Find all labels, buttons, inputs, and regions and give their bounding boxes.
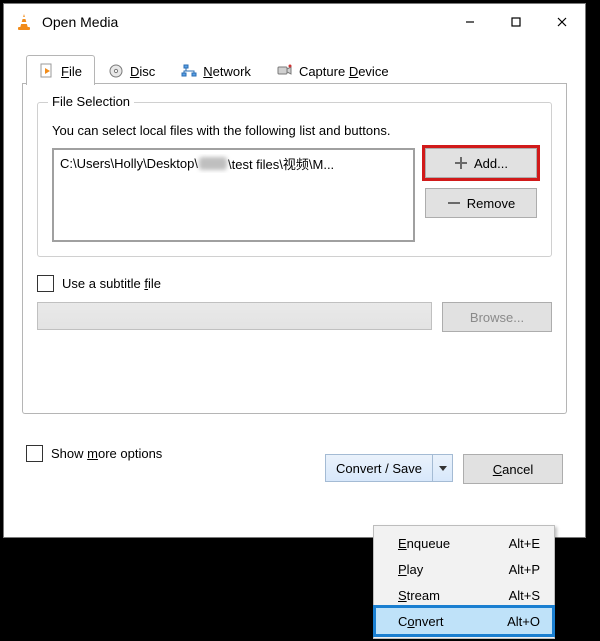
disc-icon <box>108 63 124 79</box>
network-icon <box>181 63 197 79</box>
tab-capture-device[interactable]: Capture Device <box>264 55 402 85</box>
window-title: Open Media <box>42 14 118 30</box>
cancel-button[interactable]: Cancel <box>463 454 563 484</box>
tab-disc[interactable]: Disc <box>95 55 168 85</box>
tab-label: Capture Device <box>299 64 389 79</box>
file-selection-row: C:\Users\Holly\Desktop\\test files\视频\M.… <box>52 148 537 242</box>
file-list-item[interactable]: C:\Users\Holly\Desktop\\test files\视频\M.… <box>60 154 407 173</box>
titlebar: Open Media <box>4 4 585 40</box>
use-subtitle-label: Use a subtitle file <box>62 276 161 291</box>
group-legend: File Selection <box>48 94 134 109</box>
menu-item-shortcut: Alt+S <box>509 588 540 603</box>
convert-save-menu: Enqueue Alt+E Play Alt+P Stream Alt+S Co… <box>373 525 555 639</box>
title-left: Open Media <box>12 12 118 32</box>
chevron-down-icon <box>439 466 447 471</box>
add-button-label: Add... <box>474 156 508 171</box>
tab-file[interactable]: File <box>26 55 95 85</box>
more-options-checkbox[interactable] <box>26 445 43 462</box>
window-controls <box>447 4 585 40</box>
redacted-path-segment <box>199 157 227 170</box>
menu-item-shortcut: Alt+E <box>509 536 540 551</box>
file-selection-group: File Selection You can select local file… <box>37 102 552 257</box>
plus-icon <box>454 156 468 170</box>
menu-item-label: Enqueue <box>398 536 450 551</box>
tab-label: Disc <box>130 64 155 79</box>
vlc-cone-icon <box>12 12 34 32</box>
tabpanel-file: File Selection You can select local file… <box>22 84 567 414</box>
tab-label: File <box>61 64 82 79</box>
capture-device-icon <box>277 63 293 79</box>
more-options-row: Show more options <box>26 445 162 462</box>
file-selection-hint: You can select local files with the foll… <box>52 123 537 138</box>
remove-button-label: Remove <box>467 196 515 211</box>
menu-item-label: Stream <box>398 588 440 603</box>
subtitle-check-row: Use a subtitle file <box>37 275 552 292</box>
browse-button-label: Browse... <box>470 310 524 325</box>
menu-item-enqueue[interactable]: Enqueue Alt+E <box>376 530 552 556</box>
subtitle-path-input <box>37 302 432 330</box>
use-subtitle-checkbox[interactable] <box>37 275 54 292</box>
dialog-footer: Show more options Convert / Save Cancel <box>22 414 567 484</box>
tab-label: Network <box>203 64 251 79</box>
menu-item-shortcut: Alt+P <box>509 562 540 577</box>
menu-item-stream[interactable]: Stream Alt+S <box>376 582 552 608</box>
client-area: File Disc <box>4 40 585 496</box>
open-media-dialog: Open Media File <box>3 3 586 538</box>
cancel-button-label: Cancel <box>493 462 533 477</box>
menu-item-shortcut: Alt+O <box>507 614 540 629</box>
minimize-button[interactable] <box>447 4 493 40</box>
tablist: File Disc <box>22 50 567 84</box>
file-side-buttons: Add... Remove <box>425 148 537 218</box>
convert-save-label: Convert / Save <box>336 461 422 476</box>
convert-save-dropdown-caret[interactable] <box>432 455 452 481</box>
browse-button: Browse... <box>442 302 552 332</box>
tab-network[interactable]: Network <box>168 55 264 85</box>
more-options-label: Show more options <box>51 446 162 461</box>
add-button[interactable]: Add... <box>425 148 537 178</box>
minus-icon <box>447 196 461 210</box>
menu-item-label: Convert <box>398 614 444 629</box>
file-play-icon <box>39 63 55 79</box>
menu-item-play[interactable]: Play Alt+P <box>376 556 552 582</box>
menu-item-convert[interactable]: Convert Alt+O <box>376 608 552 634</box>
file-list[interactable]: C:\Users\Holly\Desktop\\test files\视频\M.… <box>52 148 415 242</box>
subtitle-browse-row: Browse... <box>37 302 552 332</box>
close-button[interactable] <box>539 4 585 40</box>
footer-buttons: Convert / Save Cancel <box>325 454 563 484</box>
maximize-button[interactable] <box>493 4 539 40</box>
remove-button[interactable]: Remove <box>425 188 537 218</box>
convert-save-main[interactable]: Convert / Save <box>326 455 432 481</box>
convert-save-splitbutton[interactable]: Convert / Save <box>325 454 453 482</box>
menu-item-label: Play <box>398 562 423 577</box>
